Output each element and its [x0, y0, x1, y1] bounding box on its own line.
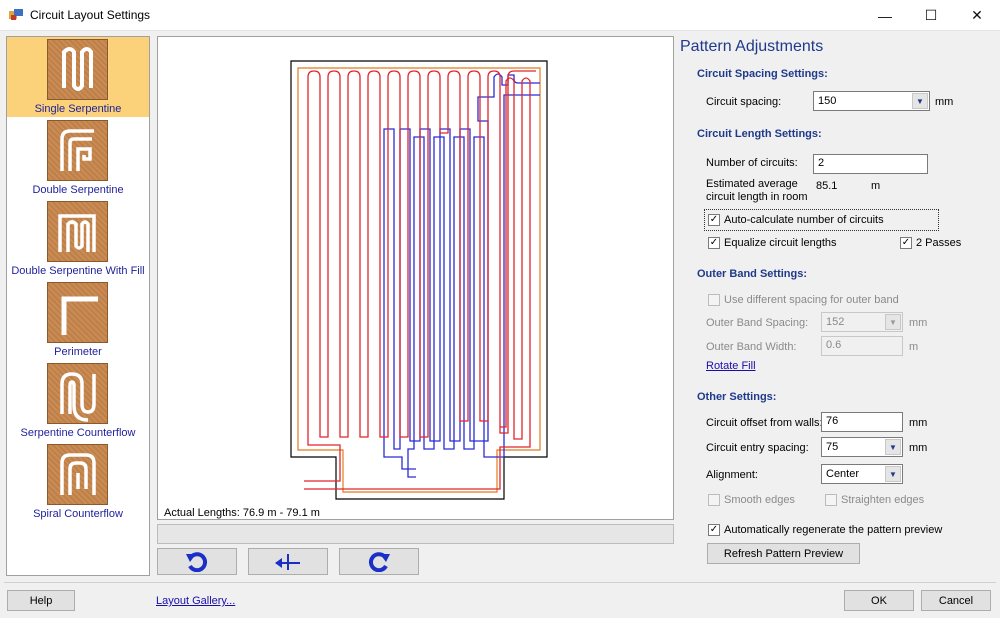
- circuit-entry-unit: mm: [909, 442, 928, 454]
- rotate-right-button[interactable]: [339, 548, 419, 575]
- alignment-label: Alignment:: [706, 469, 758, 481]
- chevron-down-icon[interactable]: ▼: [885, 466, 901, 482]
- perimeter-icon: [47, 282, 108, 343]
- circuit-offset-label: Circuit offset from walls:: [706, 417, 823, 429]
- gallery-label: Serpentine Counterflow: [20, 427, 136, 439]
- alignment-combo[interactable]: Center ▼: [821, 464, 903, 484]
- rotate-left-icon: [186, 551, 208, 572]
- gallery-item-perimeter[interactable]: Perimeter: [7, 280, 149, 360]
- outer-band-spacing-label: Outer Band Spacing:: [706, 317, 809, 329]
- circuit-spacing-value: 150: [818, 95, 837, 107]
- spiral-counterflow-icon: [47, 444, 108, 505]
- window-title: Circuit Layout Settings: [30, 8, 151, 22]
- outer-band-spacing-combo[interactable]: 152 ▼: [821, 312, 903, 332]
- chevron-down-icon[interactable]: ▼: [912, 93, 928, 109]
- footer-divider: [4, 582, 996, 583]
- app-icon: [9, 9, 23, 20]
- auto-calculate-checkbox[interactable]: ✓ Auto-calculate number of circuits: [708, 214, 884, 226]
- close-button[interactable]: ✕: [954, 0, 1000, 31]
- gallery-item-serpentine-counterflow[interactable]: Serpentine Counterflow: [7, 361, 149, 441]
- chevron-down-icon[interactable]: ▼: [885, 314, 901, 330]
- mirror-button[interactable]: [248, 548, 328, 575]
- circuit-spacing-combo[interactable]: 150 ▼: [813, 91, 930, 111]
- cancel-button[interactable]: Cancel: [921, 590, 991, 611]
- minimize-button[interactable]: —: [862, 0, 908, 31]
- circuit-layout-drawing: [290, 60, 548, 500]
- rotate-right-icon: [368, 551, 390, 572]
- straighten-edges-checkbox[interactable]: Straighten edges: [825, 494, 924, 506]
- gallery-label: Double Serpentine: [32, 184, 124, 196]
- mirror-icon: [275, 553, 300, 570]
- gallery-item-spiral-counterflow[interactable]: Spiral Counterflow: [7, 442, 149, 522]
- ok-button[interactable]: OK: [844, 590, 914, 611]
- circuit-entry-combo[interactable]: 75 ▼: [821, 437, 903, 457]
- checkbox-check-icon: ✓: [708, 524, 720, 536]
- double-serpentine-fill-icon: [47, 201, 108, 262]
- circuit-offset-unit: mm: [909, 417, 928, 429]
- auto-regenerate-checkbox[interactable]: ✓ Automatically regenerate the pattern pr…: [708, 524, 942, 536]
- smooth-edges-checkbox[interactable]: Smooth edges: [708, 494, 795, 506]
- maximize-button[interactable]: ☐: [908, 0, 954, 31]
- use-different-spacing-checkbox[interactable]: Use different spacing for outer band: [708, 294, 899, 306]
- section-circuit-spacing: Circuit Spacing Settings:: [697, 68, 828, 80]
- gallery-label: Single Serpentine: [34, 103, 122, 115]
- double-serpentine-icon: [47, 120, 108, 181]
- two-passes-checkbox[interactable]: ✓ 2 Passes: [900, 237, 961, 249]
- gallery-item-single-serpentine[interactable]: Single Serpentine: [7, 37, 149, 117]
- section-circuit-length: Circuit Length Settings:: [697, 128, 822, 140]
- gallery-label: Spiral Counterflow: [33, 508, 123, 520]
- gallery-item-double-serpentine-fill[interactable]: Double Serpentine With Fill: [7, 199, 149, 279]
- gallery-item-double-serpentine[interactable]: Double Serpentine: [7, 118, 149, 198]
- rotate-left-button[interactable]: [157, 548, 237, 575]
- outer-band-width-label: Outer Band Width:: [706, 341, 797, 353]
- estimated-length-unit: m: [871, 180, 881, 192]
- number-of-circuits-label: Number of circuits:: [706, 157, 798, 169]
- section-other: Other Settings:: [697, 391, 777, 403]
- layout-gallery-link[interactable]: Layout Gallery...: [156, 595, 235, 607]
- title-bar: Circuit Layout Settings — ☐ ✕: [0, 0, 1000, 31]
- number-of-circuits-input[interactable]: 2: [813, 154, 928, 174]
- circuit-entry-label: Circuit entry spacing:: [706, 442, 809, 454]
- checkbox-check-icon: ✓: [708, 214, 720, 226]
- pattern-preview: Actual Lengths: 76.9 m - 79.1 m: [157, 36, 674, 520]
- circuit-spacing-label: Circuit spacing:: [706, 96, 782, 108]
- panel-title: Pattern Adjustments: [680, 38, 824, 55]
- progress-bar: [157, 524, 674, 544]
- estimated-length-value: 85.1: [816, 180, 838, 192]
- rotate-fill-link[interactable]: Rotate Fill: [706, 360, 756, 372]
- outer-band-width-input[interactable]: 0.6: [821, 336, 903, 356]
- gallery-label: Perimeter: [54, 346, 102, 358]
- refresh-preview-button[interactable]: Refresh Pattern Preview: [707, 543, 860, 564]
- help-button[interactable]: Help: [7, 590, 75, 611]
- checkbox-check-icon: ✓: [900, 237, 912, 249]
- estimated-length-label-line2: circuit length in room: [706, 191, 808, 203]
- section-outer-band: Outer Band Settings:: [697, 268, 808, 280]
- gallery-label: Double Serpentine With Fill: [11, 265, 145, 277]
- single-serpentine-icon: [47, 39, 108, 100]
- circuit-offset-input[interactable]: 76: [821, 412, 903, 432]
- layout-gallery: Single Serpentine Double Serpentine Doub…: [6, 36, 150, 576]
- serpentine-counterflow-icon: [47, 363, 108, 424]
- outer-band-width-unit: m: [909, 341, 919, 353]
- equalize-lengths-checkbox[interactable]: ✓ Equalize circuit lengths: [708, 237, 837, 249]
- checkbox-check-icon: ✓: [708, 237, 720, 249]
- actual-lengths-label: Actual Lengths: 76.9 m - 79.1 m: [164, 507, 320, 519]
- outer-band-spacing-unit: mm: [909, 317, 928, 329]
- chevron-down-icon[interactable]: ▼: [885, 439, 901, 455]
- circuit-spacing-unit: mm: [935, 96, 954, 108]
- estimated-length-label-line1: Estimated average: [706, 178, 798, 190]
